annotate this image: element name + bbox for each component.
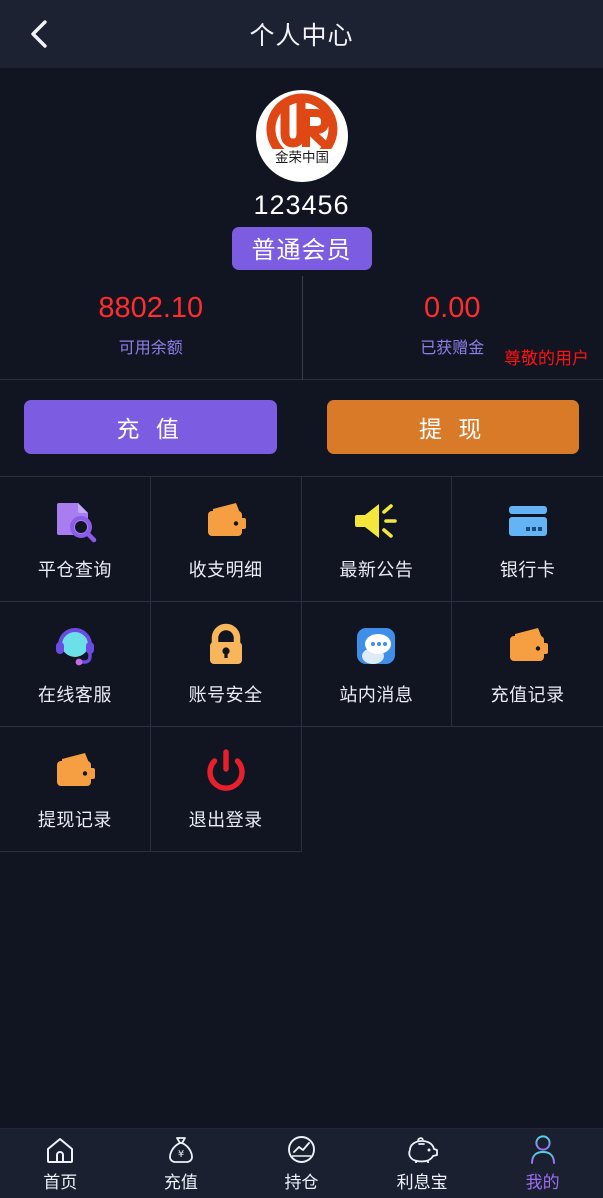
- tab-label: 持仓: [284, 1173, 319, 1192]
- menu-item-label: 退出登录: [188, 810, 263, 830]
- menu-item-logout[interactable]: 退出登录: [150, 727, 302, 852]
- piggy-bank-icon: [406, 1134, 438, 1164]
- wallet-icon: [203, 496, 249, 546]
- avatar[interactable]: 金荣中国: [255, 90, 348, 182]
- tab-home[interactable]: 首页: [0, 1134, 121, 1193]
- brand-logo-icon: 金荣中国: [258, 90, 345, 182]
- money-bag-icon: ¥: [167, 1134, 195, 1164]
- tab-label: 利息宝: [396, 1173, 448, 1192]
- status-badge: 普通会员: [231, 227, 372, 270]
- menu-item-online-service[interactable]: 在线客服: [0, 602, 151, 727]
- wallet-icon: [505, 621, 551, 671]
- stats-divider: [301, 276, 303, 380]
- svg-text:¥: ¥: [178, 1149, 184, 1160]
- username: 123456: [253, 190, 350, 220]
- chat-bubble-icon: [353, 621, 399, 671]
- member-badge-row: 普通会员: [0, 227, 603, 270]
- menu-item-label: 平仓查询: [37, 560, 112, 580]
- menu-grid-empty-cell: [301, 727, 453, 852]
- wallet-icon: [52, 746, 98, 796]
- menu-item-position-query[interactable]: 平仓查询: [0, 477, 151, 602]
- home-icon: [45, 1134, 75, 1164]
- available-balance-value: 8802.10: [98, 292, 204, 324]
- document-search-icon: [52, 496, 98, 546]
- tab-label: 充值: [163, 1173, 198, 1192]
- menu-item-latest-announcement[interactable]: 最新公告: [301, 477, 453, 602]
- menu-item-label: 银行卡: [499, 560, 556, 580]
- tab-interest-treasure[interactable]: 利息宝: [362, 1134, 483, 1193]
- tab-label: 首页: [43, 1173, 78, 1192]
- menu-item-site-messages[interactable]: 站内消息: [301, 602, 453, 727]
- menu-item-bank-card[interactable]: 银行卡: [452, 477, 603, 602]
- headset-icon: [52, 621, 98, 671]
- tab-mine[interactable]: 我的: [482, 1134, 603, 1193]
- greeting-text: 尊敬的用户: [504, 349, 589, 368]
- bonus-value: 0.00: [424, 292, 481, 324]
- menu-item-label: 提现记录: [37, 810, 112, 830]
- lock-icon: [203, 621, 249, 671]
- menu-grid-empty-cell: [452, 727, 603, 852]
- withdraw-button[interactable]: 提 现: [326, 400, 579, 454]
- page-title: 个人中心: [249, 22, 354, 50]
- menu-item-transaction-details[interactable]: 收支明细: [150, 477, 302, 602]
- tab-label: 我的: [525, 1173, 560, 1192]
- page-header: 个人中心: [0, 0, 603, 68]
- menu-item-account-security[interactable]: 账号安全: [150, 602, 302, 727]
- megaphone-icon: [353, 496, 399, 546]
- menu-item-label: 账号安全: [188, 685, 263, 705]
- menu-item-label: 站内消息: [339, 685, 414, 705]
- profile-page: 个人中心 金荣中国 123456 普通会员 8802.10 可用余额 0.00 …: [0, 0, 603, 1198]
- profile-section: 金荣中国 123456 普通会员 8802.10 可用余额 0.00 已获赠金 …: [0, 68, 603, 380]
- bank-card-icon: [505, 496, 551, 546]
- menu-item-deposit-records[interactable]: 充值记录: [452, 602, 603, 727]
- avatar-wrapper: 金荣中国: [0, 90, 603, 182]
- menu-item-withdraw-records[interactable]: 提现记录: [0, 727, 151, 852]
- menu-item-label: 最新公告: [339, 560, 414, 580]
- bottom-tab-bar: 首页 ¥ 充值 持仓 利息宝 我的: [0, 1128, 603, 1198]
- deposit-button[interactable]: 充 值: [24, 400, 277, 454]
- user-icon: [529, 1134, 557, 1164]
- power-icon: [203, 746, 249, 796]
- stat-available-balance[interactable]: 8802.10 可用余额: [0, 290, 302, 358]
- action-buttons: 充 值 提 现: [0, 380, 603, 476]
- menu-grid: 平仓查询 收支明细 最新公告 银行卡 在线客服 账号安全 站内消息 充值记录 提…: [0, 476, 603, 852]
- menu-item-label: 充值记录: [490, 685, 565, 705]
- available-balance-label: 可用余额: [118, 340, 183, 358]
- chart-circle-icon: [287, 1134, 316, 1164]
- brand-text: 金荣中国: [275, 150, 329, 166]
- menu-item-label: 在线客服: [37, 685, 112, 705]
- back-button[interactable]: [14, 0, 64, 68]
- menu-item-label: 收支明细: [188, 560, 263, 580]
- tab-deposit[interactable]: ¥ 充值: [121, 1134, 242, 1193]
- chevron-left-icon: [29, 18, 49, 50]
- tab-positions[interactable]: 持仓: [241, 1134, 362, 1193]
